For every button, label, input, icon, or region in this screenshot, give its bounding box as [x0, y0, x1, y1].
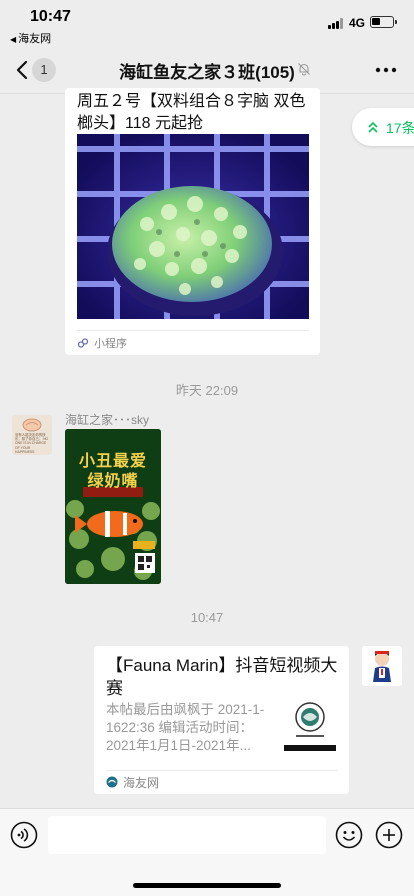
signal-icon — [328, 18, 344, 29]
timestamp-today: 10:47 — [190, 610, 224, 625]
mute-bell-icon — [298, 63, 310, 76]
sender-name: 海缸之家･･･sky — [65, 413, 150, 427]
chat-header: 1 海缸鱼友之家３班(105) — [0, 46, 414, 94]
link-card-thumbnail — [284, 699, 336, 751]
back-to-app-link[interactable]: ◀ 海友网 — [10, 30, 51, 46]
chat-title: 海缸鱼友之家３班(105) — [119, 63, 295, 82]
poster-image[interactable]: 小丑最爱 绿奶嘴 — [65, 429, 161, 584]
emoji-icon[interactable] — [335, 821, 363, 849]
plus-icon[interactable] — [375, 821, 403, 849]
unread-count-label: 17条 — [386, 120, 414, 136]
link-card[interactable]: 【Fauna Marin】抖音短视频大赛 本帖最后由飒枫于 2021-1-162… — [94, 646, 349, 794]
more-icon[interactable] — [374, 58, 398, 82]
timestamp-yesterday: 昨天 22:09 — [175, 383, 239, 398]
home-indicator — [133, 883, 281, 888]
mini-program-title: 周五２号【双料组合８字脑 双色榔头】118 元起抢 — [77, 93, 306, 132]
status-bar: 10:47 ◀ 海友网 4G — [0, 0, 414, 46]
card-divider — [77, 330, 309, 331]
link-card-source: 海友网 — [123, 776, 160, 790]
link-card-description: 本帖最后由飒枫于 2021-1-1622:36 编辑活动时间：2021年1月1日… — [106, 702, 265, 753]
unread-messages-button[interactable]: 17条 — [352, 108, 414, 146]
poster-headline-2: 绿奶嘴 — [87, 473, 139, 490]
network-type: 4G — [349, 16, 366, 30]
message-input[interactable] — [48, 816, 326, 854]
sender-avatar[interactable]: 没有人能决定你的快乐，除了你自己。 NO ONE IS IN CHARGE OF… — [12, 415, 52, 455]
chat-screen: 10:47 ◀ 海友网 4G 1 海缸鱼友之家３班(105) 周五２号【双料组合８… — [0, 0, 414, 896]
my-avatar[interactable] — [362, 646, 402, 686]
back-triangle-icon: ◀ — [10, 35, 17, 44]
double-chevron-up-icon — [368, 121, 378, 133]
input-bar — [0, 808, 414, 896]
voice-icon[interactable] — [10, 821, 38, 849]
coral-photo — [77, 134, 309, 319]
link-card-title: 【Fauna Marin】抖音短视频大赛 — [106, 656, 338, 698]
status-time: 10:47 — [30, 8, 71, 25]
back-app-label: 海友网 — [18, 33, 52, 45]
battery-icon — [370, 16, 397, 28]
mini-program-label: 小程序 — [94, 338, 127, 350]
mini-program-icon — [77, 338, 89, 348]
avatar-caption: 没有人能决定你的快乐，除了你自己。 NO ONE IS IN CHARGE OF… — [15, 433, 49, 454]
mini-program-card[interactable]: 周五２号【双料组合８字脑 双色榔头】118 元起抢 小程序 — [65, 88, 320, 355]
haiyou-logo-icon — [106, 776, 118, 788]
card-divider — [106, 770, 338, 771]
